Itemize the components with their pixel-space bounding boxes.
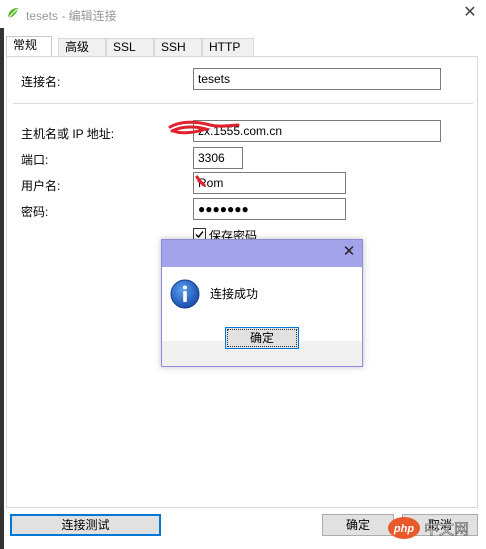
connection-name-input[interactable]: tesets — [193, 68, 441, 90]
dialog-body: 连接成功 确定 — [162, 267, 362, 366]
info-icon — [170, 279, 200, 309]
tab-ssl[interactable]: SSL — [106, 38, 154, 56]
php-watermark-logo: php 中文网 — [388, 517, 469, 539]
port-label: 端口: — [21, 153, 49, 167]
close-icon[interactable]: ✕ — [340, 243, 358, 261]
connection-name-label: 连接名: — [21, 75, 61, 89]
close-icon[interactable]: ✕ — [460, 3, 480, 23]
dialog-ok-button[interactable]: 确定 — [225, 327, 299, 349]
divider — [13, 103, 473, 104]
window-edge — [0, 28, 4, 549]
tab-ssh[interactable]: SSH — [154, 38, 202, 56]
svg-text:php: php — [393, 523, 414, 535]
port-input[interactable]: 3306 — [193, 147, 243, 169]
window-titlebar: tesets - 编辑连接 ✕ — [0, 0, 486, 28]
password-label: 密码: — [21, 205, 49, 219]
test-connection-button[interactable]: 连接测试 — [10, 514, 161, 536]
username-input[interactable]: Rom — [193, 172, 346, 194]
ok-label: 确定 — [345, 518, 370, 532]
tab-label: SSH — [161, 40, 186, 54]
dialog-titlebar: ✕ — [162, 240, 362, 267]
tab-http[interactable]: HTTP — [202, 38, 254, 56]
ok-button[interactable]: 确定 — [322, 514, 394, 536]
dialog-message: 连接成功 — [210, 287, 259, 301]
tab-label: 高级 — [65, 40, 90, 54]
tab-advanced[interactable]: 高级 — [58, 38, 106, 56]
test-connection-label: 连接测试 — [61, 518, 110, 532]
tab-label: HTTP — [209, 40, 241, 54]
success-dialog: ✕ 连接成功 确定 — [161, 239, 363, 367]
tab-label: 常规 — [13, 38, 38, 52]
password-input[interactable]: ●●●●●●● — [193, 198, 346, 220]
tab-label: SSL — [113, 40, 136, 54]
host-label: 主机名或 IP 地址: — [21, 127, 115, 141]
window-title: tesets - 编辑连接 — [26, 9, 117, 23]
focus-ring — [227, 329, 297, 347]
tab-general[interactable]: 常规 — [6, 36, 52, 57]
app-logo-icon — [7, 8, 18, 19]
svg-text:中文网: 中文网 — [424, 520, 469, 538]
host-input[interactable]: zx.1555.com.cn — [193, 120, 441, 142]
username-label: 用户名: — [21, 179, 61, 193]
